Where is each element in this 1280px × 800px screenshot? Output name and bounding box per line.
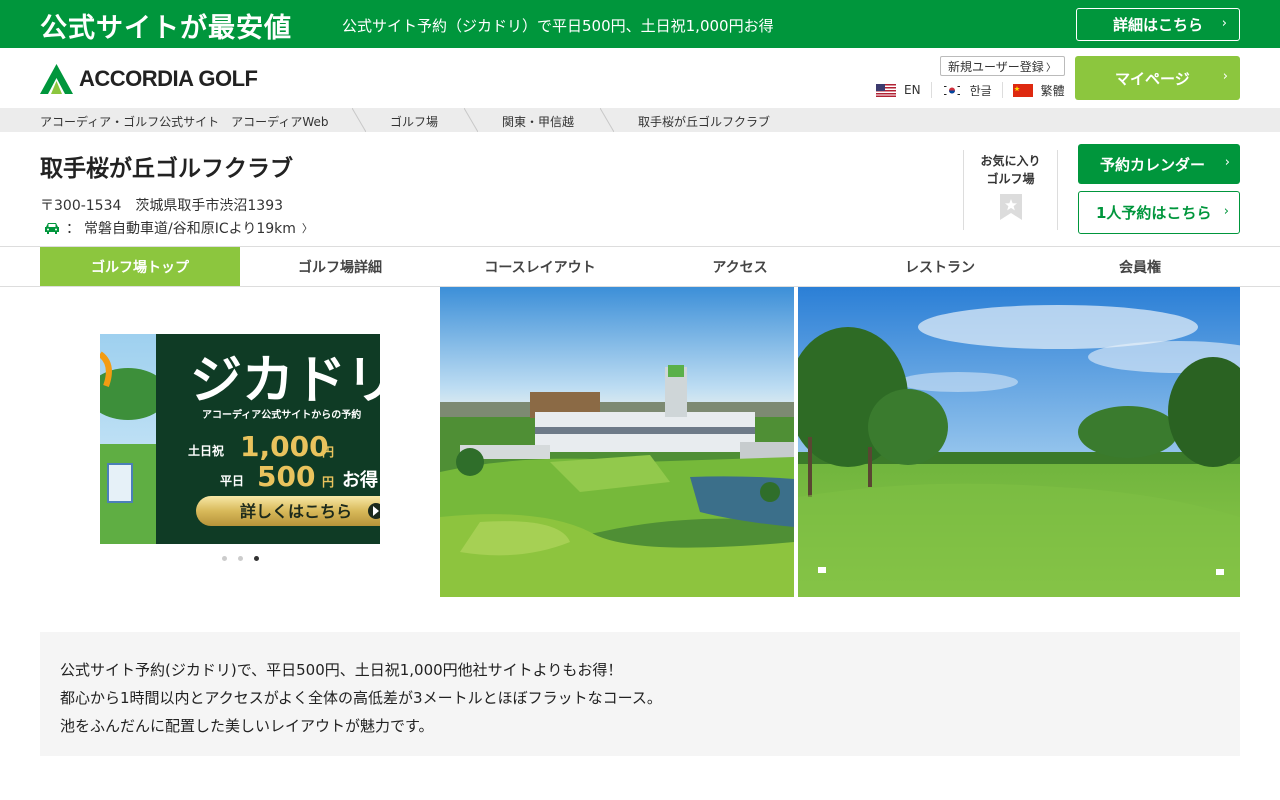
tab-access[interactable]: アクセス xyxy=(640,247,840,286)
jikadori-promo-banner[interactable]: ジカドリ アコーディア公式サイトからの予約 土日祝 1,000 円 平日 500… xyxy=(100,334,380,544)
tab-course-layout[interactable]: コースレイアウト xyxy=(440,247,640,286)
banner-subline: アコーディア公式サイトからの予約 xyxy=(202,408,361,421)
breadcrumb-item-current: 取手桜が丘ゴルフクラブ xyxy=(638,115,771,129)
favorite-label-line1: お気に入り xyxy=(980,154,1041,168)
lang-zh-label: 繁體 xyxy=(1040,83,1065,98)
promo-details-button[interactable]: 詳細はこちら › xyxy=(1076,8,1240,41)
lang-ko-label: 한글 xyxy=(969,83,992,98)
chevron-right-icon: › xyxy=(1222,69,1228,84)
register-label: 新規ユーザー登録 xyxy=(948,59,1044,74)
register-button[interactable]: 新規ユーザー登録 〉 xyxy=(940,56,1065,76)
breadcrumb-separator xyxy=(600,108,614,132)
tab-restaurant[interactable]: レストラン xyxy=(840,247,1040,286)
tab-golf-top[interactable]: ゴルフ場トップ xyxy=(40,247,240,286)
description-line: 公式サイト予約(ジカドリ)で、平日500円、土日祝1,000円他社サイトよりもお… xyxy=(60,661,623,679)
course-access-link[interactable]: ： 常磐自動車道/谷和原ICより19km 〉 xyxy=(44,218,313,238)
banner-otoku: お得 xyxy=(342,469,378,491)
language-switcher: EN 한글 繁體 xyxy=(876,82,1065,98)
course-tab-bar: ゴルフ場トップ ゴルフ場詳細 コースレイアウト アクセス レストラン 会員権 xyxy=(0,246,1280,287)
site-logo[interactable]: ACCORDIA GOLF xyxy=(40,64,258,94)
favorite-golf-course-toggle[interactable]: お気に入り ゴルフ場 xyxy=(963,150,1058,230)
chevron-right-icon: 〉 xyxy=(1046,63,1056,74)
page-title: 取手桜が丘ゴルフクラブ xyxy=(40,156,293,182)
car-icon xyxy=(45,223,59,234)
mypage-button[interactable]: マイページ › xyxy=(1075,56,1240,100)
lang-ko[interactable]: 한글 xyxy=(941,82,1003,98)
lang-zh[interactable]: 繁體 xyxy=(1012,82,1065,98)
banner-button-label: 詳しくはこちら xyxy=(240,502,352,521)
tab-golf-details[interactable]: ゴルフ場詳細 xyxy=(240,247,440,286)
banner-weekend-label: 土日祝 xyxy=(188,443,224,458)
banner-weekday-label: 平日 xyxy=(220,474,244,488)
solo-booking-button[interactable]: 1人予約はこちら › xyxy=(1078,191,1240,234)
fairway-photo xyxy=(798,287,1240,597)
banner-weekend-value: 1,000 xyxy=(240,430,329,463)
clubhouse-photo xyxy=(440,287,794,597)
accordia-logo-icon xyxy=(40,64,73,94)
favorite-label-line2: ゴルフ場 xyxy=(986,172,1035,186)
logo-text: ACCORDIA GOLF xyxy=(79,66,258,91)
access-prefix: ： xyxy=(66,221,80,237)
kr-flag-icon xyxy=(941,83,962,97)
us-flag-icon xyxy=(876,83,896,97)
banner-yen-weekend: 円 xyxy=(322,445,334,459)
course-description: 公式サイト予約(ジカドリ)で、平日500円、土日祝1,000円他社サイトよりもお… xyxy=(40,632,1240,756)
carousel-dot-active[interactable] xyxy=(254,556,259,561)
reservation-calendar-button[interactable]: 予約カレンダー › xyxy=(1078,144,1240,184)
promo-text: 公式サイト予約（ジカドリ）で平日500円、土日祝1,000円お得 xyxy=(342,17,774,35)
banner-weekday-value: 500 xyxy=(257,460,315,493)
breadcrumb-item-home[interactable]: アコーディア・ゴルフ公式サイト アコーディアWeb xyxy=(40,113,328,130)
lang-en[interactable]: EN xyxy=(876,82,932,98)
breadcrumb: アコーディア・ゴルフ公式サイト アコーディアWeb ゴルフ場 関東・甲信越 取手… xyxy=(0,108,1280,132)
carousel-dot[interactable] xyxy=(222,556,227,561)
chevron-right-icon: › xyxy=(1224,155,1230,170)
description-line: 池をふんだんに配置した美しいレイアウトが魅力です。 xyxy=(60,717,434,735)
promo-details-label: 詳細はこちら xyxy=(1113,16,1204,34)
solo-button-label: 1人予約はこちら xyxy=(1096,204,1212,222)
breadcrumb-separator xyxy=(464,108,478,132)
calendar-button-label: 予約カレンダー xyxy=(1100,155,1206,174)
mypage-label: マイページ xyxy=(1115,69,1190,88)
promo-title: 公式サイトが最安値 xyxy=(40,13,292,44)
bookmark-star-icon xyxy=(999,194,1022,220)
banner-yen-weekday: 円 xyxy=(322,475,334,489)
description-line: 都心から1時間以内とアクセスがよく全体の高低差が3メートルとほぼフラットなコース… xyxy=(60,689,662,707)
breadcrumb-item-region[interactable]: 関東・甲信越 xyxy=(502,113,574,130)
lang-en-label: EN xyxy=(904,83,921,97)
course-address: 〒300-1534 茨城県取手市渋沼1393 xyxy=(40,198,284,214)
breadcrumb-item-golf[interactable]: ゴルフ場 xyxy=(390,113,438,130)
access-text: 常磐自動車道/谷和原ICより19km xyxy=(84,221,296,237)
breadcrumb-separator xyxy=(352,108,366,132)
cn-flag-icon xyxy=(1012,83,1033,97)
chevron-right-icon: › xyxy=(1221,16,1227,31)
carousel-dot[interactable] xyxy=(238,556,243,561)
chevron-right-icon: 〉 xyxy=(301,222,313,235)
carousel-pagination xyxy=(222,556,270,561)
promo-bar: 公式サイトが最安値 公式サイト予約（ジカドリ）で平日500円、土日祝1,000円… xyxy=(0,0,1280,48)
chevron-right-icon: › xyxy=(1223,204,1229,219)
tab-membership[interactable]: 会員権 xyxy=(1040,247,1240,286)
banner-headline: ジカドリ xyxy=(190,351,380,411)
